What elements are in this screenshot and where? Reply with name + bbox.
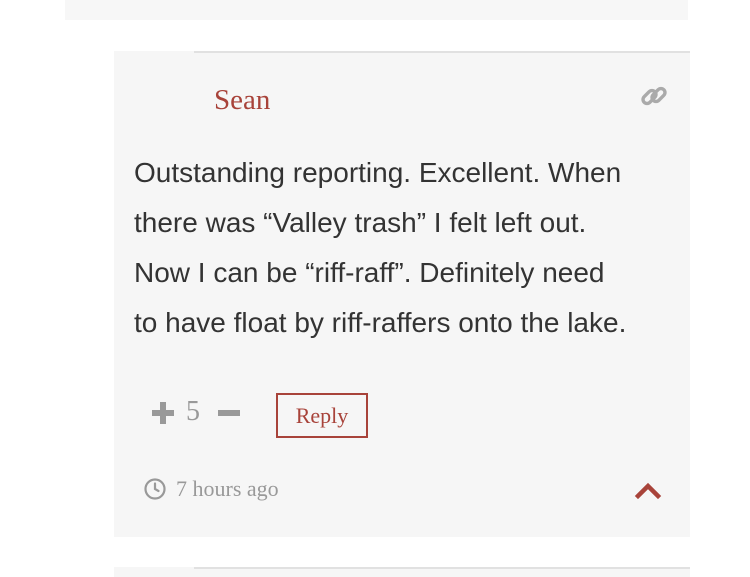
link-icon[interactable] (638, 80, 670, 112)
comment-line: Outstanding reporting. Excellent. When (134, 157, 622, 188)
comment-card-divider (194, 51, 690, 53)
next-comment-divider (194, 567, 690, 569)
vote-count: 5 (186, 396, 200, 427)
previous-comment-edge (65, 0, 688, 20)
plus-icon[interactable] (150, 400, 176, 426)
comment-body: Outstanding reporting. Excellent. When t… (134, 148, 679, 348)
chevron-up-icon[interactable] (634, 476, 662, 502)
comment-line: Now I can be “riff-raff”. Definitely nee… (134, 257, 605, 288)
clock-icon (143, 477, 167, 501)
minus-icon[interactable] (216, 400, 242, 426)
comment-author[interactable]: Sean (214, 82, 270, 118)
comment-line: to have float by riff-raffers onto the l… (134, 307, 627, 338)
reply-button[interactable]: Reply (276, 393, 368, 438)
comment-line: there was “Valley trash” I felt left out… (134, 207, 587, 238)
comment-timestamp[interactable]: 7 hours ago (176, 475, 279, 503)
